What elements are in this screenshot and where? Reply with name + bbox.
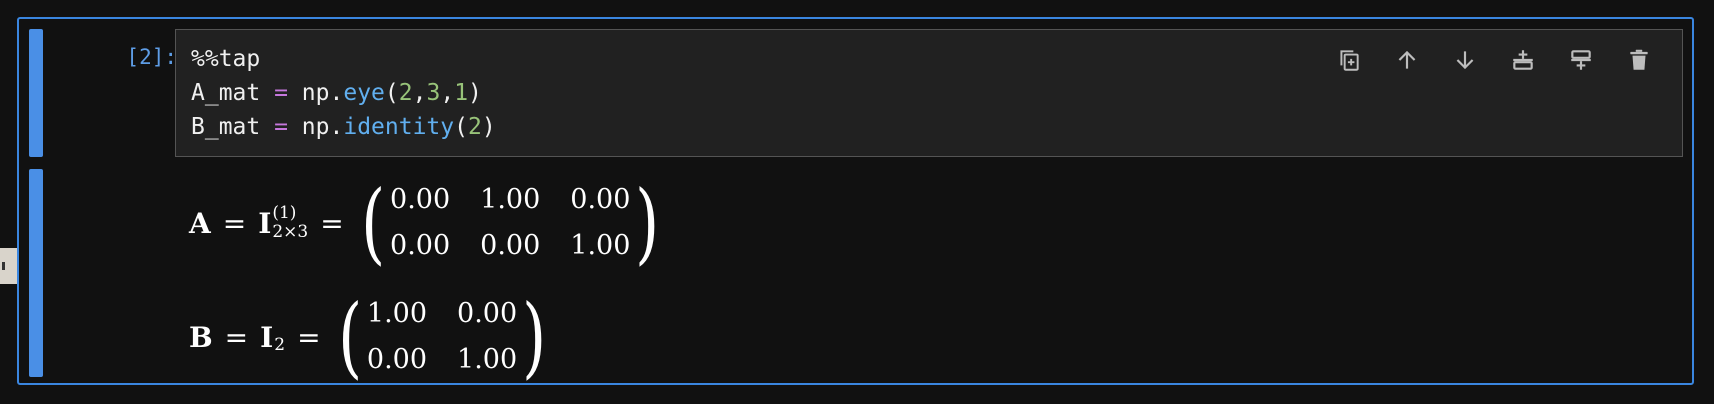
matrix-entry: 0.00 [480, 230, 541, 261]
insert-below-icon [1571, 50, 1591, 70]
code-token: np. [287, 80, 344, 106]
matrix-b: ( 1.00 0.00 0.00 1.00 ) [333, 293, 552, 381]
matrix-entry: 1.00 [570, 230, 631, 261]
code-token: B_mat [191, 114, 275, 140]
matrix-entry: 0.00 [390, 230, 451, 261]
subscript: 2×3 [272, 222, 309, 242]
insert-below-button[interactable] [1552, 42, 1610, 78]
identity-symbol: I [260, 320, 274, 354]
code-token: = [274, 80, 288, 106]
matrix-entry: 1.00 [457, 344, 518, 375]
equals-sign: = [224, 320, 249, 354]
code-token: eye [343, 80, 385, 106]
code-content[interactable]: %%tap A_mat = np.eye(2,3,1) B_mat = np.ide… [191, 42, 496, 144]
code-line[interactable]: B_mat = np.identity(2) [191, 110, 496, 144]
equals-sign: = [222, 206, 247, 240]
code-token: identity [343, 114, 455, 140]
trash-icon [1630, 49, 1648, 70]
matrix-entry: 0.00 [570, 184, 631, 215]
arrow-up-icon [1398, 50, 1416, 69]
matrix-b-grid: 1.00 0.00 0.00 1.00 [367, 293, 517, 381]
code-token: 1 [454, 80, 469, 106]
code-token: ) [468, 80, 482, 106]
superscript: (1) [272, 203, 297, 223]
side-panel-handle[interactable] [0, 248, 17, 284]
equation-a: A = I (1) 2×3 = ( 0.00 1.00 0.00 0.00 0.00 1.… [189, 179, 665, 267]
code-line[interactable]: A_mat = np.eye(2,3,1) [191, 76, 496, 110]
code-token: ) [481, 114, 496, 140]
right-paren: ) [522, 285, 547, 388]
code-token: , [440, 80, 455, 106]
output-collapser[interactable] [29, 169, 43, 377]
delete-cell-button[interactable] [1610, 42, 1668, 78]
code-token: np. [287, 114, 344, 140]
equals-sign: = [320, 206, 344, 240]
code-token: ( [454, 114, 468, 140]
left-paren: ( [337, 285, 362, 388]
matrix-a-grid: 0.00 1.00 0.00 0.00 0.00 1.00 [390, 179, 630, 267]
matrix-a-symbol: A [189, 206, 211, 240]
insert-above-icon [1513, 50, 1533, 70]
cell-toolbar [1320, 42, 1668, 78]
code-line[interactable]: %%tap [191, 42, 496, 76]
left-paren: ( [360, 171, 385, 274]
identity-symbol: I [258, 206, 272, 240]
equals-sign: = [297, 320, 321, 354]
duplicate-icon [1340, 50, 1359, 71]
subscript: 2 [274, 334, 286, 355]
code-token: %%tap [191, 46, 261, 72]
code-token: 3 [426, 80, 441, 106]
code-token: 2 [467, 114, 482, 140]
cell-output: A = I (1) 2×3 = ( 0.00 1.00 0.00 0.00 0.00 1.… [175, 169, 1675, 381]
input-collapser[interactable] [29, 29, 43, 157]
code-token: 2 [398, 80, 413, 106]
matrix-entry: 0.00 [390, 184, 451, 215]
insert-above-button[interactable] [1494, 42, 1552, 78]
matrix-entry: 1.00 [480, 184, 541, 215]
code-token: ( [384, 80, 399, 106]
code-token: , [412, 80, 427, 106]
code-token: = [274, 114, 288, 140]
duplicate-cell-button[interactable] [1320, 42, 1378, 78]
code-token: A_mat [191, 80, 275, 106]
move-down-button[interactable] [1436, 42, 1494, 78]
arrow-down-icon [1456, 51, 1474, 70]
matrix-b-symbol: B [189, 320, 213, 354]
matrix-entry: 0.00 [457, 298, 518, 329]
notebook-cell[interactable]: [2]: %%tap A_mat = np.eye(2,3,1) B_mat = n… [17, 17, 1694, 385]
matrix-entry: 0.00 [366, 344, 428, 375]
equation-b: B = I 2 = ( 1.00 0.00 0.00 1.00 ) [189, 293, 551, 381]
move-up-button[interactable] [1378, 42, 1436, 78]
execution-count: [2]: [126, 45, 177, 69]
matrix-entry: 1.00 [366, 298, 428, 329]
right-paren: ) [635, 171, 660, 274]
code-editor[interactable]: %%tap A_mat = np.eye(2,3,1) B_mat = np.ide… [175, 29, 1683, 157]
matrix-a: ( 0.00 1.00 0.00 0.00 0.00 1.00 ) [356, 179, 665, 267]
